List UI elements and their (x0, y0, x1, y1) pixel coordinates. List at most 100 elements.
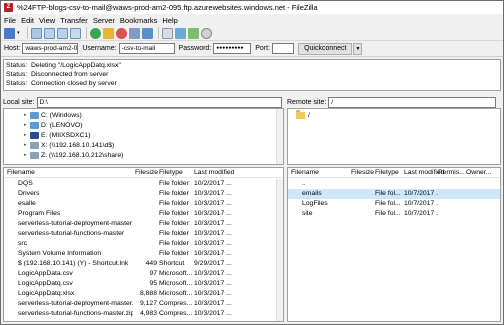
disconnect-icon[interactable] (129, 27, 140, 39)
tree-node-x-drive[interactable]: ▸ X: (\\192.168.10.141\d$) (24, 140, 114, 150)
remote-directory-tree[interactable]: / (287, 108, 501, 165)
file-row[interactable]: .. (288, 179, 500, 189)
tree-node-d-drive[interactable]: ▸ D: (LENOVO) (24, 120, 83, 130)
file-row[interactable]: Drivers File folder 10/3/2017 ... (4, 189, 283, 199)
compare-icon[interactable] (175, 27, 186, 39)
file-row[interactable]: LogFiles File fol...10/7/2017 ... (288, 199, 500, 209)
toggle-queue-icon[interactable] (70, 27, 81, 39)
column-filesize[interactable]: Filesize (351, 169, 374, 176)
menu-view[interactable]: View (39, 16, 55, 25)
file-row[interactable]: LogicAppDatq.csv 95 Microsoft... 10/3/2017 … (4, 279, 283, 289)
toggle-remote-tree-icon[interactable] (57, 27, 68, 39)
filename-cell: src (18, 240, 28, 247)
password-input[interactable]: ●●●●●●●●● (213, 43, 252, 54)
quickconnect-button[interactable]: Quickconnect (298, 42, 353, 55)
file-row[interactable]: src File folder 10/3/2017 ... (4, 239, 283, 249)
column-filetype[interactable]: Filetype (159, 169, 183, 176)
file-row[interactable]: $ (192.168.10.141) (Y) - Shortcut.lnk 449… (4, 259, 283, 269)
menu-bookmarks[interactable]: Bookmarks (120, 16, 158, 25)
file-row[interactable]: Program Files File folder 10/3/2017 ... (4, 209, 283, 219)
cancel-icon[interactable] (116, 27, 127, 39)
tree-node-label: C: (Windows) (41, 111, 82, 119)
file-row[interactable]: emails File fol...10/7/2017 ... (288, 189, 500, 199)
toolbar-separator (27, 27, 28, 39)
local-file-list[interactable]: Filename Filesize Filetype Last modified… (3, 167, 284, 322)
modified-cell: 10/3/2017 ... (194, 230, 232, 237)
sync-browse-icon[interactable] (188, 27, 199, 39)
modified-cell: 10/7/2017 ... (404, 190, 438, 197)
search-icon[interactable] (201, 27, 212, 39)
filename-cell: site (302, 210, 313, 217)
toggle-log-icon[interactable] (31, 27, 42, 39)
file-row[interactable]: esalle File folder 10/3/2017 ... (4, 199, 283, 209)
filesize-cell: 9,127 (139, 300, 157, 307)
file-row[interactable]: serverless-tutorial-deployment-master Fil… (4, 219, 283, 229)
filesize-cell: 97 (149, 270, 157, 277)
host-input[interactable]: waws-prod-am2-0 (22, 43, 79, 54)
column-owner[interactable]: Owner... (466, 169, 491, 176)
local-list-scrollbar[interactable] (276, 179, 283, 321)
column-filetype[interactable]: Filetype (375, 169, 399, 176)
site-manager-dropdown-icon[interactable]: ▾ (17, 28, 22, 39)
column-last-modified[interactable]: Last modified (194, 169, 234, 176)
menu-edit[interactable]: Edit (21, 16, 34, 25)
filename-cell: serverless-tutorial-functions-master (18, 230, 125, 237)
menu-file[interactable]: File (4, 16, 16, 25)
menu-server[interactable]: Server (93, 16, 115, 25)
reconnect-icon[interactable] (142, 27, 153, 39)
column-permissions[interactable]: Permis... (438, 169, 465, 176)
local-site-label: Local site: (3, 98, 35, 106)
file-row[interactable]: serverless-tutorial-functions-master.zip… (4, 309, 283, 319)
modified-cell: 10/3/2017 ... (194, 290, 232, 297)
file-row[interactable]: serverless-tutorial-functions-master File… (4, 229, 283, 239)
modified-cell: 10/7/2017 ... (404, 210, 438, 217)
local-site-input[interactable]: D:\ (36, 96, 282, 108)
filetype-cell: Compres... (159, 310, 193, 317)
filename-cell: DQS (18, 180, 33, 187)
tree-node-root[interactable]: / (296, 110, 310, 120)
log-status-label: Status: (6, 80, 28, 87)
file-row[interactable]: LogicAppDatq.xlsx 8,888 Microsoft... 10/3/2… (4, 289, 283, 299)
tree-node-c-drive[interactable]: ▸ C: (Windows) (24, 110, 82, 120)
filename-cell: serverless-tutorial-deployment-master (18, 220, 133, 227)
site-manager-icon[interactable] (4, 27, 15, 39)
column-filename[interactable]: Filename (291, 169, 319, 176)
filename-cell: esalle (18, 200, 36, 207)
filter-icon[interactable] (162, 27, 173, 39)
column-filename[interactable]: Filename (7, 169, 35, 176)
filetype-cell: File fol... (375, 200, 401, 207)
log-row: Status: Disconnected from server (6, 70, 498, 79)
file-row[interactable]: LogicAppData.csv 97 Microsoft... 10/3/2017 … (4, 269, 283, 279)
file-row[interactable]: site File fol...10/7/2017 ... (288, 209, 500, 219)
file-row[interactable]: System Volume Information File folder 10/3… (4, 249, 283, 259)
column-filesize[interactable]: Filesize (135, 169, 158, 176)
username-input[interactable]: -csv-to-mail (118, 43, 175, 54)
toolbar: ▾ (1, 26, 503, 41)
tree-node-z-drive[interactable]: ▸ Z: (\\192.168.10.212\share) (24, 150, 123, 160)
remote-file-list[interactable]: Filename Filesize Filetype Last modified… (287, 167, 501, 322)
file-row[interactable]: serverless-tutorial-deployment-master.zi… (4, 299, 283, 309)
process-queue-icon[interactable] (103, 27, 114, 39)
menu-help[interactable]: Help (162, 16, 177, 25)
tree-node-e-drive[interactable]: ▸ E: (MIIXSDXC1) (24, 130, 90, 140)
filetype-cell: Shortcut (159, 260, 185, 267)
filetype-cell: File folder (159, 210, 189, 217)
drive-icon (30, 131, 39, 139)
menu-transfer[interactable]: Transfer (60, 16, 88, 25)
drive-icon (30, 111, 39, 119)
remote-site-input[interactable]: / (328, 96, 497, 108)
refresh-icon[interactable] (90, 27, 101, 39)
local-tree-scrollbar[interactable] (276, 109, 283, 164)
filename-cell: $ (192.168.10.141) (Y) - Shortcut.lnk (18, 260, 129, 267)
port-input[interactable] (272, 43, 295, 54)
modified-cell: 10/3/2017 ... (194, 190, 232, 197)
quickconnect-dropdown-icon[interactable]: ▼ (353, 42, 363, 55)
toggle-local-tree-icon[interactable] (44, 27, 55, 39)
log-message: Connection closed by server (31, 80, 117, 87)
modified-cell: 10/3/2017 ... (194, 250, 232, 257)
file-row[interactable]: DQS File folder 10/2/2017 ... (4, 179, 283, 189)
log-message: Deleting "/LogicAppDatq.xlsx" (31, 62, 121, 69)
local-directory-tree[interactable]: ▸ C: (Windows) ▸ D: (LENOVO) ▸ E: (MIIXSDXC… (3, 108, 284, 165)
filetype-cell: Microsoft... (159, 270, 193, 277)
log-row: Status: Connection closed by server (6, 79, 498, 88)
